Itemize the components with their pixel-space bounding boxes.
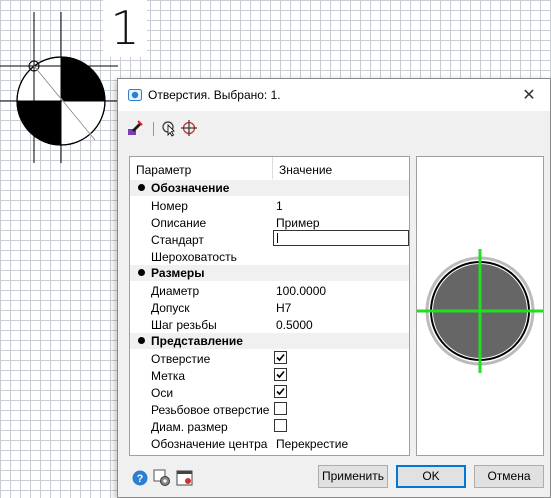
apply-button[interactable]: Применить — [318, 465, 388, 488]
row-hole[interactable]: Отверстие — [130, 350, 409, 367]
param-value: 0.5000 — [276, 318, 313, 332]
section-representation[interactable]: Представление — [130, 333, 409, 349]
param-label: Шероховатость — [151, 250, 237, 264]
param-value: 100.0000 — [276, 284, 327, 298]
param-label: Допуск — [151, 301, 190, 315]
diam-dimension-checkbox[interactable] — [274, 419, 287, 432]
select-cursor-icon[interactable] — [160, 119, 178, 137]
checkmark-icon — [276, 353, 285, 362]
hole-preview — [417, 249, 543, 373]
param-label: Обозначение центра — [151, 437, 268, 451]
row-diameter[interactable]: Диаметр 100.0000 — [130, 282, 409, 299]
row-standard[interactable]: Стандарт — [130, 230, 409, 248]
row-threaded-hole[interactable]: Резьбовое отверстие — [130, 401, 409, 418]
dialog-settings-icon[interactable] — [176, 469, 194, 487]
cancel-button[interactable]: Отмена — [474, 465, 544, 488]
toolbar-separator — [153, 122, 154, 136]
header-value: Значение — [279, 163, 333, 177]
threaded-hole-checkbox[interactable] — [274, 402, 287, 415]
row-roughness[interactable]: Шероховатость — [130, 248, 409, 265]
param-label: Номер — [151, 199, 188, 213]
row-number[interactable]: Номер 1 — [130, 197, 409, 214]
standard-input[interactable] — [273, 230, 409, 246]
property-grid: Параметр Значение Обозначение Номер 1 Оп… — [129, 156, 410, 456]
param-value: Пример — [276, 216, 320, 230]
param-value: Перекрестие — [276, 437, 349, 451]
axes-checkbox[interactable] — [274, 385, 287, 398]
settings-icon[interactable] — [153, 469, 171, 487]
row-thread-pitch[interactable]: Шаг резьбы 0.5000 — [130, 316, 409, 333]
dialog-title: Отверстия. Выбрано: 1. — [148, 88, 281, 102]
section-title: Размеры — [151, 266, 205, 280]
target-icon[interactable] — [180, 119, 198, 137]
param-label: Описание — [151, 216, 207, 230]
section-designation[interactable]: Обозначение — [130, 180, 409, 196]
row-axes[interactable]: Оси — [130, 384, 409, 401]
bullet-icon — [138, 269, 145, 276]
mark-checkbox[interactable] — [274, 368, 287, 381]
param-label: Диаметр — [151, 284, 200, 298]
row-description[interactable]: Описание Пример — [130, 214, 409, 231]
preview-panel — [416, 156, 544, 456]
brush-edit-icon[interactable] — [126, 119, 144, 137]
ok-button[interactable]: OK — [396, 465, 466, 488]
header-param: Параметр — [136, 163, 192, 177]
param-label: Отверстие — [151, 352, 211, 366]
close-button[interactable]: ✕ — [508, 79, 550, 111]
dialog-titlebar[interactable]: Отверстия. Выбрано: 1. ✕ — [118, 79, 550, 111]
param-label: Стандарт — [151, 233, 204, 247]
param-label: Шаг резьбы — [151, 318, 217, 332]
row-mark[interactable]: Метка — [130, 367, 409, 384]
column-divider[interactable] — [272, 157, 273, 179]
param-label: Оси — [151, 386, 174, 400]
text-caret — [277, 233, 278, 243]
help-icon[interactable]: ? — [131, 469, 149, 487]
param-label: Резьбовое отверстие — [151, 403, 270, 417]
row-center-mark[interactable]: Обозначение центра Перекрестие — [130, 435, 409, 452]
svg-text:?: ? — [137, 473, 144, 485]
row-diam-dimension[interactable]: Диам. размер — [130, 418, 409, 435]
bullet-icon — [138, 337, 145, 344]
hole-checkbox[interactable] — [274, 351, 287, 364]
param-label: Диам. размер — [151, 420, 228, 434]
param-value: H7 — [276, 301, 292, 315]
grid-header: Параметр Значение — [130, 157, 409, 179]
section-dimensions[interactable]: Размеры — [130, 265, 409, 281]
close-icon: ✕ — [522, 87, 536, 104]
row-tolerance[interactable]: Допуск H7 — [130, 299, 409, 316]
holes-dialog: Отверстия. Выбрано: 1. ✕ Параметр Значен… — [117, 78, 551, 498]
bullet-icon — [138, 184, 145, 191]
checkmark-icon — [276, 370, 285, 379]
checkmark-icon — [276, 387, 285, 396]
param-value: 1 — [276, 199, 283, 213]
app-icon — [128, 89, 142, 101]
section-title: Представление — [151, 334, 243, 348]
param-label: Метка — [151, 369, 186, 383]
section-title: Обозначение — [151, 181, 230, 195]
